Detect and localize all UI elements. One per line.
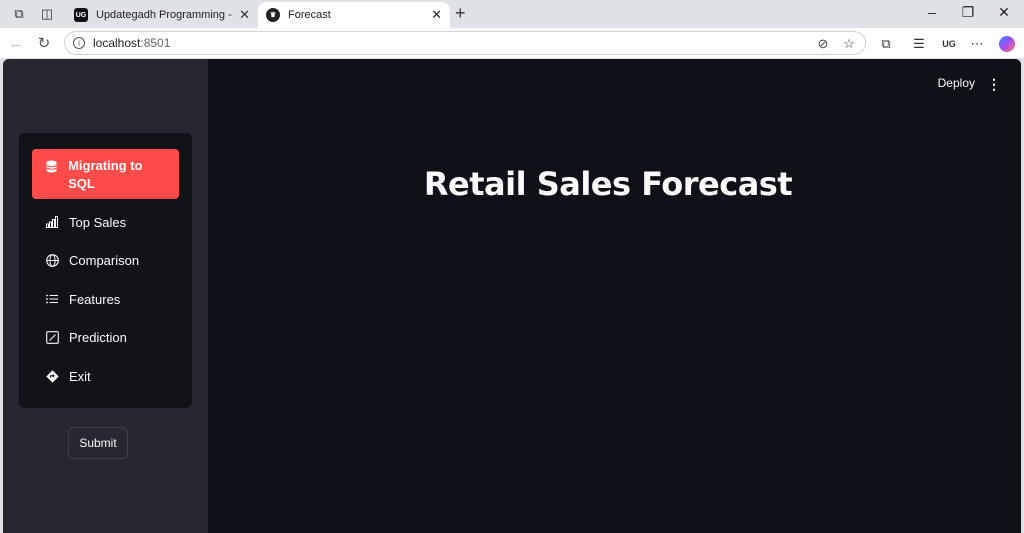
menu-item-prediction[interactable]: Prediction [32,325,179,349]
menu-item-features[interactable]: Features [32,287,179,311]
tab-forecast[interactable]: ♛ Forecast ✕ [258,2,450,28]
close-tab-icon[interactable]: ✕ [239,7,250,23]
updategadh-favicon-icon: UG [74,8,88,22]
streamlit-favicon-icon: ♛ [266,8,280,22]
tab-title: Forecast [288,9,331,21]
tab-updategadh[interactable]: UG Updategadh Programming - Upd ✕ [66,2,258,28]
tab-strip: ⧉ ◫ UG Updategadh Programming - Upd ✕ ♛ … [0,0,1024,28]
browser-toolbar: ← ↻ i localhost:8501 ⊘ ☆ ⧉ ☰ UG ⋯ [0,28,1024,58]
copilot-icon[interactable] [998,35,1016,53]
close-tab-icon[interactable]: ✕ [431,7,442,23]
menu-item-label: Migrating to SQL [68,158,143,191]
deploy-button[interactable]: Deploy [938,76,975,90]
vertical-tabs-icon[interactable]: ◫ [38,5,56,23]
option-menu: Migrating to SQL Top Sales Comparison Fe… [19,133,192,408]
menu-item-comparison[interactable]: Comparison [32,248,179,272]
minimize-icon[interactable]: – [922,4,942,20]
close-window-icon[interactable]: ✕ [994,4,1014,21]
graph-box-icon [45,330,59,344]
app-frame: Migrating to SQL Top Sales Comparison Fe… [3,59,1021,533]
restore-icon[interactable]: ❐ [958,4,978,21]
url-text: localhost:8501 [93,36,171,50]
workspaces-icon[interactable]: ⧉ [10,5,28,23]
page-title: Retail Sales Forecast [423,165,793,203]
database-icon [45,159,58,173]
list-icon [45,292,59,306]
globe-icon [45,253,59,267]
more-menu-icon[interactable]: ⋯ [968,35,986,53]
site-info-icon[interactable]: i [73,37,85,49]
sidebar: Migrating to SQL Top Sales Comparison Fe… [3,59,208,533]
refresh-icon[interactable]: ↻ [34,33,54,53]
profile-extension-icon[interactable]: UG [940,35,958,53]
menu-item-label: Exit [69,368,91,384]
favorite-star-icon[interactable]: ☆ [841,36,857,52]
tab-title: Updategadh Programming - Upd [96,9,233,21]
back-icon[interactable]: ← [6,33,26,53]
tracking-prevention-icon[interactable]: ⊘ [815,36,831,52]
main-content: Deploy ⋮ Retail Sales Forecast [208,59,1021,533]
bar-chart-icon [45,215,59,229]
menu-item-label: Top Sales [69,214,127,230]
menu-item-label: Comparison [69,252,140,268]
menu-item-exit[interactable]: Exit [32,364,179,388]
extensions-icon[interactable]: ⧉ [877,35,895,53]
main-menu-icon[interactable]: ⋮ [987,76,1001,93]
submit-button[interactable]: Submit [68,427,128,459]
favorites-icon[interactable]: ☰ [910,35,928,53]
new-tab-icon[interactable]: + [455,3,466,24]
address-bar[interactable]: i localhost:8501 ⊘ ☆ [64,31,866,55]
sign-icon [45,369,59,383]
menu-item-migrating-to-sql[interactable]: Migrating to SQL [32,149,179,199]
menu-item-label: Prediction [69,329,127,345]
menu-item-label: Features [69,291,121,307]
menu-item-top-sales[interactable]: Top Sales [32,210,179,234]
